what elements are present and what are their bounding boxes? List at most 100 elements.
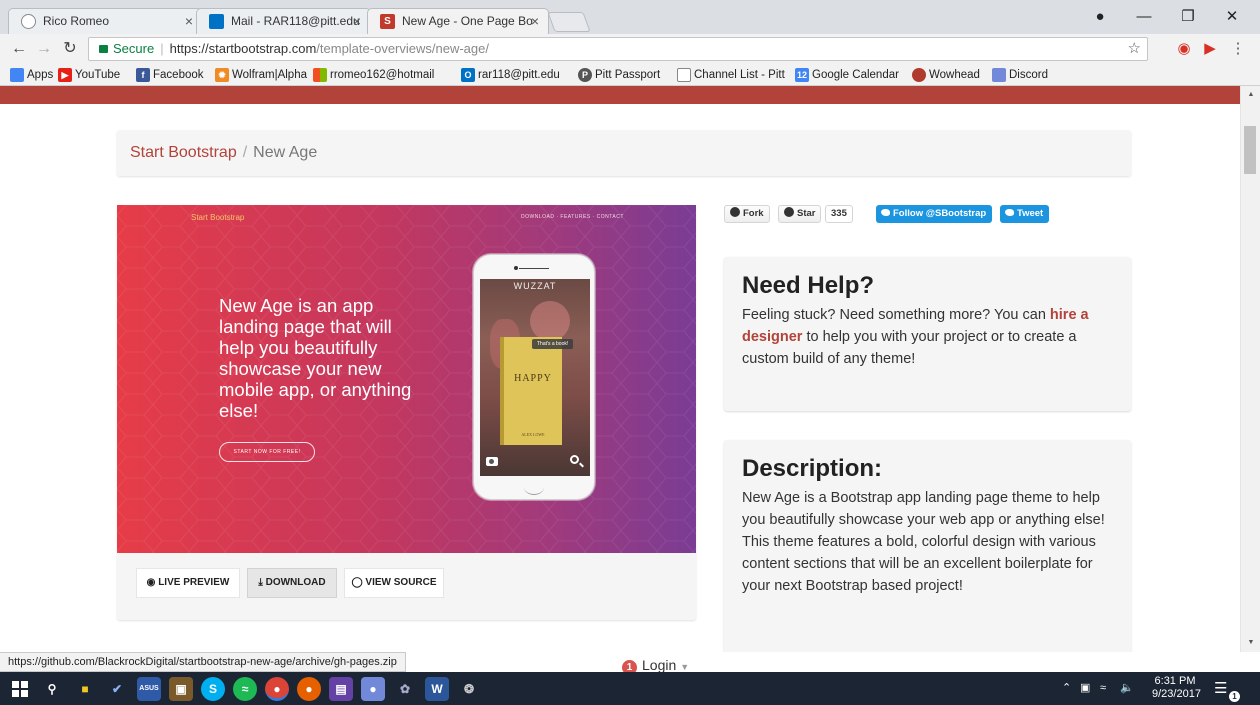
tab-close-icon[interactable]: × — [353, 9, 361, 33]
lock-icon — [99, 45, 108, 53]
github-star-button[interactable]: Star — [778, 205, 822, 223]
paint-icon[interactable]: ❂ — [457, 677, 481, 701]
view-source-button[interactable]: ◯ VIEW SOURCE — [344, 568, 444, 598]
live-preview-button[interactable]: ◉ LIVE PREVIEW — [136, 568, 240, 598]
book-image: HAPPY ALEX LOWE — [500, 337, 562, 445]
tab-close-icon[interactable]: × — [185, 9, 193, 33]
file-explorer-icon[interactable]: ■ — [73, 677, 97, 701]
twitter-bird-icon — [1005, 209, 1014, 216]
extension-icon[interactable]: ▶ — [1200, 39, 1220, 59]
need-help-panel: Need Help? Feeling stuck? Need something… — [724, 257, 1131, 411]
maximize-button[interactable]: ❐ — [1166, 0, 1210, 34]
github-icon — [730, 207, 740, 217]
preview-brand: Start Bootstrap — [191, 213, 245, 222]
steam-icon[interactable]: ✔ — [105, 677, 129, 701]
tab-rico-romeo[interactable]: Rico Romeo × — [8, 8, 203, 34]
template-screenshot[interactable]: Start Bootstrap DOWNLOAD · FEATURES · CO… — [117, 205, 696, 553]
network-icon[interactable]: ▣ — [1080, 672, 1090, 705]
camera-icon — [486, 457, 498, 466]
windows-start-icon[interactable] — [8, 677, 32, 701]
tab-new-age[interactable]: S New Age - One Page Bo × — [367, 8, 549, 34]
bookmark-pitt-passport[interactable]: P Pitt Passport — [576, 64, 660, 86]
tweet-button[interactable]: Tweet — [1000, 205, 1050, 223]
wolfram-icon: ✹ — [215, 68, 229, 82]
wifi-icon[interactable]: ≈ — [1100, 672, 1106, 705]
address-bar[interactable]: Secure | https://startbootstrap.com/templa… — [88, 37, 1148, 61]
firefox-icon[interactable]: ● — [297, 677, 321, 701]
bookmark-star-icon[interactable]: ☆ — [1128, 38, 1141, 60]
action-center-icon[interactable]: ☰ — [1214, 672, 1227, 705]
bookmark-wolfram[interactable]: ✹ Wolfram|Alpha — [213, 64, 307, 86]
spotify-icon[interactable]: ≈ — [233, 677, 257, 701]
forward-arrow-icon[interactable]: → — [33, 38, 55, 60]
breadcrumb-start-bootstrap[interactable]: Start Bootstrap — [130, 144, 237, 161]
need-help-text: Feeling stuck? Need something more? You … — [742, 307, 1089, 367]
tab-mail[interactable]: Mail - RAR118@pitt.edu × — [196, 8, 371, 34]
windows-taskbar: ⚲ ■ ✔ ASUS ▣ S ≈ ● ● ▤ ● ✿ W ❂ ⌃ ▣ ≈ 🔈 6… — [0, 672, 1260, 705]
url-path: /template-overviews/new-age/ — [316, 41, 489, 56]
preview-cta-button: START NOW FOR FREE! — [219, 442, 315, 462]
bookmark-channel-list[interactable]: Channel List - Pitt — [675, 64, 785, 86]
app-icon[interactable]: ▣ — [169, 677, 193, 701]
github-star-count[interactable]: 335 — [825, 205, 853, 223]
page-scrollbar[interactable]: ▲ ▼ — [1240, 86, 1260, 652]
microsoft-icon — [313, 68, 327, 82]
close-window-button[interactable]: ✕ — [1210, 0, 1254, 34]
search-icon[interactable]: ⚲ — [40, 677, 64, 701]
profile-icon[interactable]: ● — [1078, 0, 1122, 34]
description-panel: Description: New Age is a Bootstrap app … — [724, 440, 1131, 652]
tab-close-icon[interactable]: × — [531, 9, 539, 33]
notification-count: 1 — [1229, 691, 1240, 702]
preview-nav: DOWNLOAD · FEATURES · CONTACT — [521, 214, 624, 220]
extension-icon[interactable]: ◉ — [1174, 39, 1194, 59]
bookmark-youtube[interactable]: ▶ YouTube — [56, 64, 120, 86]
url-base: https://startbootstrap.com — [169, 41, 317, 56]
menu-kebab-icon[interactable]: ⋮ — [1228, 39, 1248, 59]
apps-grid-icon — [10, 68, 24, 82]
bookmark-google-calendar[interactable]: 12 Google Calendar — [793, 64, 899, 86]
site-header-band — [0, 86, 1240, 104]
github-icon: ◯ — [351, 577, 366, 588]
description-text: New Age is a Bootstrap app landing page … — [742, 490, 1105, 594]
discord-icon[interactable]: ● — [361, 677, 385, 701]
bookmark-facebook[interactable]: f Facebook — [134, 64, 204, 86]
phone-screen: WUZZAT HAPPY ALEX LOWE That's a book! — [480, 279, 590, 476]
bookmark-hotmail[interactable]: rromeo162@hotmail — [311, 64, 434, 86]
app-icon[interactable]: ✿ — [393, 677, 417, 701]
skype-icon[interactable]: S — [201, 677, 225, 701]
minimize-button[interactable]: — — [1122, 0, 1166, 34]
scrollbar-thumb[interactable] — [1244, 126, 1256, 174]
twitch-icon[interactable]: ▤ — [329, 677, 353, 701]
chevron-down-icon: ▼ — [680, 662, 690, 672]
pitt-icon: P — [578, 68, 592, 82]
scroll-up-icon[interactable]: ▲ — [1241, 88, 1260, 102]
bookmarks-bar: Apps ▶ YouTube f Facebook ✹ Wolfram|Alpha r… — [0, 64, 1260, 86]
facebook-icon: f — [136, 68, 150, 82]
word-icon[interactable]: W — [425, 677, 449, 701]
breadcrumb: Start Bootstrap / New Age — [117, 130, 1131, 176]
tray-chevron-icon[interactable]: ⌃ — [1062, 672, 1071, 705]
chrome-icon[interactable]: ● — [265, 677, 289, 701]
twitter-follow-button[interactable]: Follow @SBootstrap — [876, 205, 993, 223]
app-icon[interactable]: ASUS — [137, 677, 161, 701]
download-button[interactable]: ⤓ DOWNLOAD — [247, 568, 337, 598]
bookmark-apps[interactable]: Apps — [8, 64, 53, 86]
youtube-icon: ▶ — [58, 68, 72, 82]
scroll-down-icon[interactable]: ▼ — [1241, 636, 1260, 650]
breadcrumb-current: New Age — [253, 144, 318, 161]
back-arrow-icon[interactable]: ← — [8, 38, 30, 60]
new-tab-button[interactable] — [547, 12, 591, 32]
browser-tab-strip: Rico Romeo × Mail - RAR118@pitt.edu × S … — [0, 0, 1260, 34]
phone-home-button — [524, 480, 544, 495]
phone-mockup: WUZZAT HAPPY ALEX LOWE That's a book! — [473, 254, 595, 500]
bookmark-discord[interactable]: Discord — [990, 64, 1048, 86]
browser-toolbar: ← → ↻ Secure | https://startbootstrap.com/… — [0, 34, 1260, 64]
bookmark-pitt-mail[interactable]: Orar118@pitt.edu — [459, 64, 560, 86]
taskbar-clock[interactable]: 6:31 PM 9/23/2017 — [1152, 675, 1201, 701]
reload-icon[interactable]: ↻ — [59, 38, 81, 60]
wowhead-icon — [912, 68, 926, 82]
description-title: Description: — [742, 455, 883, 482]
github-fork-button[interactable]: Fork — [724, 205, 770, 223]
bookmark-wowhead[interactable]: Wowhead — [910, 64, 980, 86]
volume-icon[interactable]: 🔈 — [1120, 672, 1134, 705]
